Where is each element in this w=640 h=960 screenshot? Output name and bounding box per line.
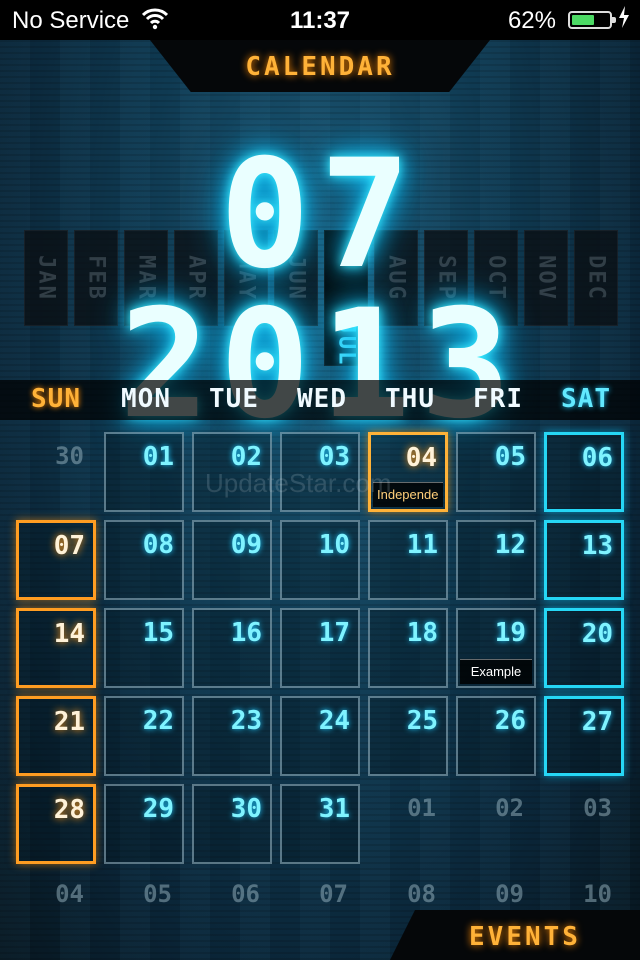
day-cell-15[interactable]: 15	[104, 608, 184, 688]
header-title: CALENDAR	[245, 52, 395, 82]
day-number: 11	[406, 530, 438, 560]
day-number: 07	[53, 531, 85, 561]
day-number: 25	[406, 706, 438, 736]
day-number: 01	[142, 442, 174, 472]
battery-percent: 62%	[507, 7, 556, 34]
day-cell-27[interactable]: 27	[544, 696, 624, 776]
lightning-bolt-icon	[618, 6, 630, 34]
weekday-header: SUN MON TUE WED THU FRI SAT	[0, 380, 640, 420]
day-cell-23[interactable]: 23	[192, 696, 272, 776]
day-number: 28	[53, 795, 85, 825]
day-cell-26[interactable]: 26	[456, 696, 536, 776]
day-number: 23	[230, 706, 262, 736]
events-button-label: EVENTS	[469, 922, 581, 952]
day-number: 08	[142, 530, 174, 560]
events-button[interactable]: EVENTS	[390, 910, 640, 960]
event-label[interactable]: Example	[460, 659, 532, 684]
day-cell-09[interactable]: 09	[192, 520, 272, 600]
other-month-day[interactable]: 04	[16, 880, 96, 920]
other-month-day[interactable]: 02	[456, 794, 536, 834]
day-cell-31[interactable]: 31	[280, 784, 360, 864]
day-number: 22	[142, 706, 174, 736]
calendar-header-tab[interactable]: CALENDAR	[150, 40, 490, 92]
day-cell-14[interactable]: 14	[16, 608, 96, 688]
day-cell-29[interactable]: 29	[104, 784, 184, 864]
day-cell-10[interactable]: 10	[280, 520, 360, 600]
weekday-fri: FRI	[473, 384, 523, 414]
day-number: 19	[494, 618, 526, 648]
day-cell-20[interactable]: 20	[544, 608, 624, 688]
day-number: 12	[494, 530, 526, 560]
day-number: 05	[494, 442, 526, 472]
day-cell-12[interactable]: 12	[456, 520, 536, 600]
day-cell-22[interactable]: 22	[104, 696, 184, 776]
day-cell-21[interactable]: 21	[16, 696, 96, 776]
day-cell-18[interactable]: 18	[368, 608, 448, 688]
day-cell-07[interactable]: 07	[16, 520, 96, 600]
day-cell-13[interactable]: 13	[544, 520, 624, 600]
day-number: 04	[405, 443, 437, 473]
day-number: 10	[318, 530, 350, 560]
day-number: 14	[53, 619, 85, 649]
day-number: 30	[230, 794, 262, 824]
battery-fill	[572, 15, 595, 25]
day-number: 06	[581, 443, 613, 473]
weekday-sat: SAT	[561, 384, 611, 414]
day-number: 18	[406, 618, 438, 648]
day-number: 26	[494, 706, 526, 736]
day-number: 24	[318, 706, 350, 736]
day-cell-24[interactable]: 24	[280, 696, 360, 776]
other-month-day[interactable]: 03	[544, 794, 624, 834]
day-cell-28[interactable]: 28	[16, 784, 96, 864]
day-cell-25[interactable]: 25	[368, 696, 448, 776]
day-number: 20	[581, 619, 613, 649]
weekday-mon: MON	[121, 384, 171, 414]
day-cell-19[interactable]: 19 Example	[456, 608, 536, 688]
day-cell-30[interactable]: 30	[192, 784, 272, 864]
day-cell-08[interactable]: 08	[104, 520, 184, 600]
day-number: 17	[318, 618, 350, 648]
weekday-sun: SUN	[31, 384, 81, 414]
day-number: 16	[230, 618, 262, 648]
other-month-day[interactable]: 30	[16, 442, 96, 482]
weekday-thu: THU	[385, 384, 435, 414]
day-number: 27	[581, 707, 613, 737]
other-month-day[interactable]: 01	[368, 794, 448, 834]
day-number: 15	[142, 618, 174, 648]
other-month-day[interactable]: 05	[104, 880, 184, 920]
battery-icon	[568, 11, 616, 29]
day-number: 13	[581, 531, 613, 561]
day-cell-17[interactable]: 17	[280, 608, 360, 688]
other-month-day[interactable]: 07	[280, 880, 360, 920]
weekday-wed: WED	[297, 384, 347, 414]
watermark: UpdateStar.com	[205, 468, 392, 498]
other-month-day[interactable]: 06	[192, 880, 272, 920]
battery-nub	[612, 17, 616, 23]
day-number: 09	[230, 530, 262, 560]
day-number: 21	[53, 707, 85, 737]
day-cell-06[interactable]: 06	[544, 432, 624, 512]
day-cell-11[interactable]: 11	[368, 520, 448, 600]
day-cell-01[interactable]: 01	[104, 432, 184, 512]
day-cell-05[interactable]: 05	[456, 432, 536, 512]
day-number: 31	[318, 794, 350, 824]
weekday-tue: TUE	[209, 384, 259, 414]
day-number: 29	[142, 794, 174, 824]
day-cell-16[interactable]: 16	[192, 608, 272, 688]
status-bar: No Service 11:37 62%	[0, 0, 640, 40]
